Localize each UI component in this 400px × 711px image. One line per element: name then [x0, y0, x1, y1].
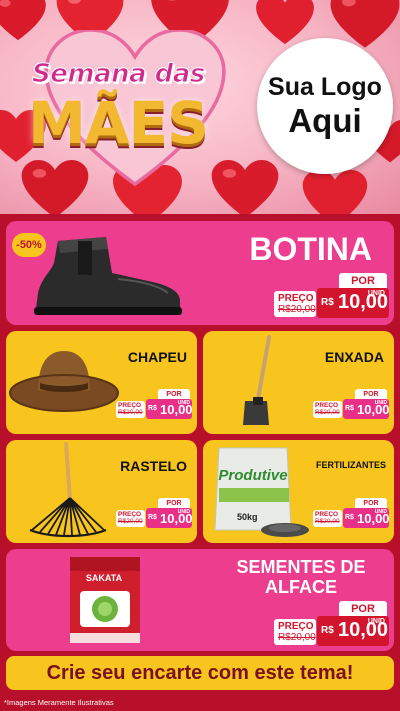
old-price: R$20,00: [118, 409, 143, 416]
por-label: POR: [339, 601, 387, 617]
campaign-title: Semana das MÃES: [20, 55, 230, 165]
boot-icon: [28, 233, 188, 321]
price-tag: POR PREÇO R$20,00 R$ 10,00 UNID: [313, 498, 390, 530]
new-price-box: R$ 10,00 UNID: [317, 616, 389, 646]
price-tag: POR PREÇO R$20,00 R$ 10,00 UNID: [274, 601, 389, 651]
new-price-box: R$ 10,00 UNID: [343, 399, 390, 419]
price-tag: POR PREÇO R$20,00 R$ 10,00 UNID: [274, 273, 389, 323]
unit-label: UNID: [177, 509, 190, 515]
old-price-box: PREÇO R$20,00: [274, 291, 316, 317]
cta-button[interactable]: Crie seu encarte com este tema!: [6, 656, 394, 690]
currency-symbol: R$: [345, 405, 354, 412]
currency-symbol: R$: [321, 297, 334, 308]
old-price-box: PREÇO R$20,00: [116, 401, 145, 418]
seed-packet-icon: SAKATA: [64, 553, 146, 647]
preco-label: PREÇO: [118, 511, 142, 518]
old-price: R$20,00: [315, 518, 340, 525]
price-tag: POR PREÇO R$20,00 R$ 10,00 UNID: [116, 389, 193, 421]
currency-symbol: R$: [345, 514, 354, 521]
por-label: POR: [339, 273, 387, 289]
unit-label: UNID: [374, 509, 387, 515]
logo-placeholder: Sua Logo Aqui: [257, 38, 393, 174]
old-price-box: PREÇO R$20,00: [313, 401, 342, 418]
preco-label: PREÇO: [278, 293, 314, 304]
hoe-icon: [241, 335, 281, 430]
heart-balloon-icon: [300, 170, 370, 214]
bag-weight-text: 50kg: [237, 512, 258, 522]
unit-label: UNID: [367, 618, 385, 625]
product-name: CHAPEU: [127, 349, 187, 365]
preco-label: PREÇO: [315, 402, 339, 409]
old-price-box: PREÇO R$20,00: [313, 510, 342, 527]
product-card-fertilizantes[interactable]: Produtive 50kg FERTILIZANTES POR PREÇO R…: [203, 440, 394, 543]
currency-symbol: R$: [148, 405, 157, 412]
unit-label: UNID: [367, 290, 385, 297]
product-name: ENXADA: [324, 349, 384, 365]
old-price: R$20,00: [118, 518, 143, 525]
new-price-box: R$ 10,00 UNID: [146, 508, 193, 528]
product-name: FERTILIZANTES: [316, 460, 386, 470]
fertilizer-bag-icon: Produtive 50kg: [211, 444, 311, 540]
price-tag: POR PREÇO R$20,00 R$ 10,00 UNID: [116, 498, 193, 530]
product-card-chapeu[interactable]: CHAPEU POR PREÇO R$20,00 R$ 10,00 UNID: [6, 331, 197, 434]
old-price: R$20,00: [278, 632, 316, 643]
currency-symbol: R$: [321, 625, 334, 636]
unit-label: UNID: [177, 400, 190, 406]
old-price-box: PREÇO R$20,00: [274, 619, 316, 645]
preco-label: PREÇO: [315, 511, 339, 518]
price-tag: POR PREÇO R$20,00 R$ 10,00 UNID: [313, 389, 390, 421]
product-name: RASTELO: [120, 458, 187, 474]
title-line-1: Semana das: [32, 59, 206, 90]
hat-icon: [8, 343, 120, 423]
packet-brand-text: SAKATA: [86, 573, 123, 583]
new-price-box: R$ 10,00 UNID: [317, 288, 389, 318]
new-price-box: R$ 10,00 UNID: [146, 399, 193, 419]
header-banner: Semana das MÃES Sua Logo Aqui: [0, 0, 400, 214]
rake-icon: [20, 442, 110, 538]
product-name-line-1: SEMENTES DE: [236, 557, 366, 577]
logo-text-line-2: Aqui: [288, 102, 362, 139]
product-card-botina[interactable]: -50% BOTINA POR PREÇO R$20,00 R$ 10,00 U…: [6, 221, 394, 325]
logo-text-line-1: Sua Logo: [268, 73, 382, 101]
old-price-box: PREÇO R$20,00: [116, 510, 145, 527]
heart-balloon-icon: [255, 0, 315, 46]
old-price: R$20,00: [278, 304, 316, 315]
product-name: BOTINA: [249, 231, 372, 267]
old-price: R$20,00: [315, 409, 340, 416]
preco-label: PREÇO: [278, 621, 314, 632]
product-card-enxada[interactable]: ENXADA POR PREÇO R$20,00 R$ 10,00 UNID: [203, 331, 394, 434]
product-name-line-2: ALFACE: [265, 577, 337, 597]
unit-label: UNID: [374, 400, 387, 406]
title-line-2: MÃES: [28, 89, 209, 157]
currency-symbol: R$: [148, 514, 157, 521]
product-card-rastelo[interactable]: RASTELO POR PREÇO R$20,00 R$ 10,00 UNID: [6, 440, 197, 543]
preco-label: PREÇO: [118, 402, 142, 409]
product-card-sementes[interactable]: SAKATA SEMENTES DE ALFACE POR PREÇO R$20…: [6, 549, 394, 651]
disclaimer-note: *Imagens Meramente Ilustrativas: [4, 698, 114, 707]
bag-brand-text: Produtive: [218, 467, 287, 484]
new-price-box: R$ 10,00 UNID: [343, 508, 390, 528]
